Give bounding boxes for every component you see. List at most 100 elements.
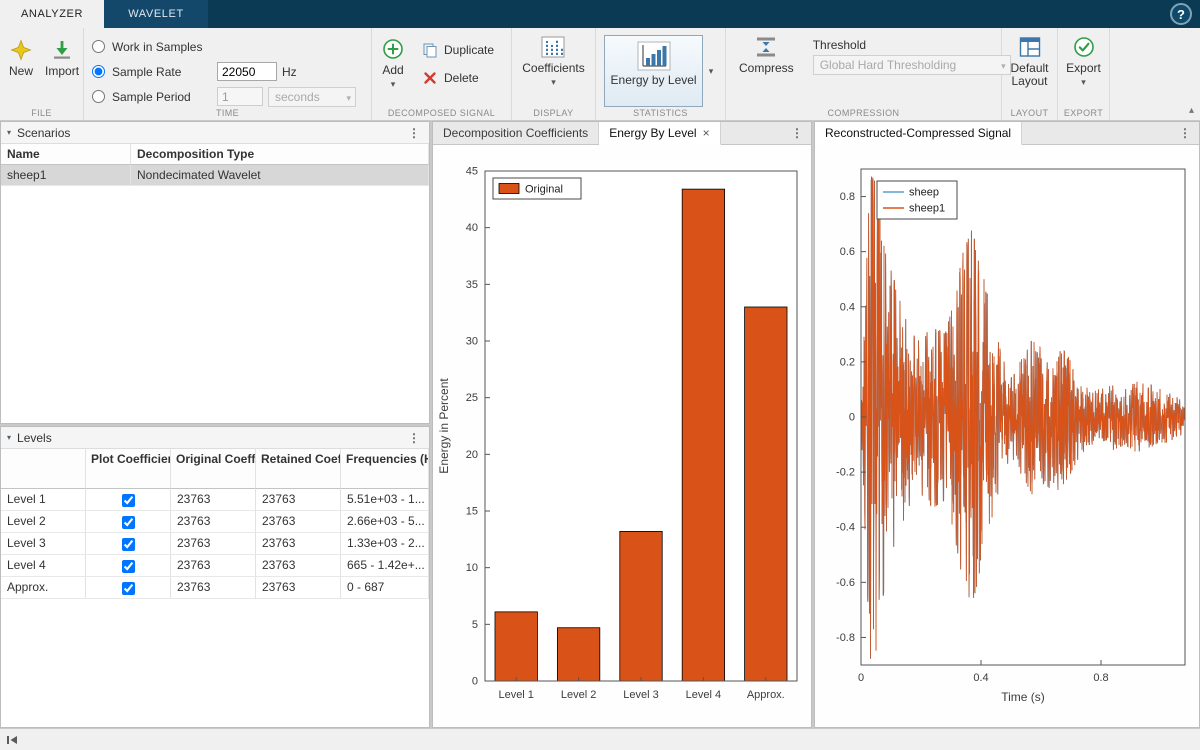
retained-coefficients: 23763 (256, 489, 341, 511)
toolstrip-section-file: New Import FILE (0, 28, 84, 120)
toolstrip-section-export: Export ▾ EXPORT (1058, 28, 1110, 120)
plot-checkbox-cell (86, 489, 171, 511)
levels-col-retained: Retained Coefficients (256, 449, 341, 489)
levels-menu-icon[interactable]: ⋮ (405, 431, 423, 445)
svg-text:10: 10 (466, 562, 478, 574)
frequencies: 5.51e+03 - 1... (341, 489, 429, 511)
tab-decomposition-coefficients[interactable]: Decomposition Coefficients (433, 122, 599, 144)
levels-col-plot: Plot Coefficients (86, 449, 171, 489)
frequencies: 2.66e+03 - 5... (341, 511, 429, 533)
original-coefficients: 23763 (171, 511, 256, 533)
add-button[interactable]: Add ▾ (376, 30, 410, 91)
coefficients-icon (540, 35, 566, 59)
original-coefficients: 23763 (171, 489, 256, 511)
right-tabbar-menu-icon[interactable]: ⋮ (1171, 122, 1199, 144)
scenarios-menu-icon[interactable]: ⋮ (405, 126, 423, 140)
restore-panel-icon[interactable] (6, 734, 18, 746)
import-button[interactable]: Import (40, 31, 84, 80)
statusbar (0, 728, 1200, 750)
help-button[interactable]: ? (1170, 3, 1192, 25)
delete-icon (422, 70, 438, 86)
coefficients-button[interactable]: Coefficients ▾ (517, 28, 589, 89)
tab-label: Decomposition Coefficients (443, 126, 588, 140)
sample-period-label: Sample Period (112, 90, 191, 104)
svg-text:sheep1: sheep1 (909, 203, 945, 215)
scenarios-col-type: Decomposition Type (131, 144, 429, 165)
levels-row-3[interactable]: Level 3 23763 23763 1.33e+03 - 2... (1, 533, 429, 555)
collapse-toolstrip-button[interactable]: ▴ (1189, 105, 1194, 116)
tab-wavelet[interactable]: WAVELET (104, 0, 208, 28)
svg-text:-0.2: -0.2 (836, 467, 855, 479)
frequencies: 665 - 1.42e+... (341, 555, 429, 577)
default-layout-button[interactable]: Default Layout (1002, 28, 1057, 90)
levels-row-1[interactable]: Level 1 23763 23763 5.51e+03 - 1... (1, 489, 429, 511)
scenarios-panel: ▾ Scenarios ⋮ Name Decomposition Type sh… (0, 121, 430, 424)
hz-unit-label: Hz (282, 65, 297, 79)
svg-text:0: 0 (849, 412, 855, 424)
level-name: Level 1 (1, 489, 86, 511)
toolstrip-section-display: Coefficients ▾ DISPLAY (512, 28, 596, 120)
original-coefficients: 23763 (171, 577, 256, 599)
scenario-row-sheep1[interactable]: sheep1 Nondecimated Wavelet (1, 165, 429, 186)
work-in-samples-radio-input[interactable] (92, 40, 105, 53)
work-in-samples-label: Work in Samples (112, 40, 202, 54)
plot-checkbox-cell (86, 555, 171, 577)
sample-period-radio-input[interactable] (92, 90, 105, 103)
levels-row-4[interactable]: Level 4 23763 23763 665 - 1.42e+... (1, 555, 429, 577)
close-tab-icon[interactable]: × (703, 126, 710, 140)
svg-text:0.2: 0.2 (840, 356, 855, 368)
statistics-caret[interactable]: ▾ (703, 35, 719, 107)
sample-rate-radio[interactable]: Sample Rate (92, 65, 212, 79)
energy-by-level-button[interactable]: Energy by Level (604, 35, 703, 107)
plot-checkbox[interactable] (122, 560, 135, 573)
plot-checkbox[interactable] (122, 494, 135, 507)
levels-collapse-icon[interactable]: ▾ (7, 433, 11, 442)
plot-checkbox[interactable] (122, 582, 135, 595)
original-coefficients: 23763 (171, 555, 256, 577)
duplicate-button[interactable]: Duplicate (416, 38, 500, 62)
levels-row-approx[interactable]: Approx. 23763 23763 0 - 687 (1, 577, 429, 599)
energy-by-level-label: Energy by Level (611, 74, 697, 87)
svg-text:25: 25 (466, 392, 478, 404)
section-label-compression: COMPRESSION (726, 108, 1001, 118)
svg-text:Level 1: Level 1 (498, 689, 533, 701)
threshold-value: Global Hard Thresholding (820, 58, 957, 72)
levels-col-original: Original Coefficients (171, 449, 256, 489)
sample-rate-radio-input[interactable] (92, 65, 105, 78)
center-tabbar-menu-icon[interactable]: ⋮ (783, 122, 811, 144)
sample-period-unit-select: seconds ▾ (268, 87, 356, 107)
work-in-samples-radio[interactable]: Work in Samples (92, 40, 212, 54)
section-label-time: TIME (84, 108, 371, 118)
scenarios-collapse-icon[interactable]: ▾ (7, 128, 11, 137)
energy-by-level-icon (637, 41, 671, 71)
tab-energy-by-level[interactable]: Energy By Level × (599, 122, 720, 145)
titlebar: ANALYZER WAVELET ? (0, 0, 1200, 28)
frequencies: 0 - 687 (341, 577, 429, 599)
compress-label: Compress (739, 62, 794, 75)
levels-col-frequencies: Frequencies (Hz) (341, 449, 429, 489)
compress-button[interactable]: Compress (734, 28, 799, 77)
frequencies: 1.33e+03 - 2... (341, 533, 429, 555)
tab-reconstructed-compressed-signal[interactable]: Reconstructed-Compressed Signal (815, 122, 1022, 145)
svg-text:-0.4: -0.4 (836, 522, 855, 534)
plot-checkbox[interactable] (122, 538, 135, 551)
plot-checkbox-cell (86, 511, 171, 533)
sample-period-radio[interactable]: Sample Period (92, 90, 212, 104)
export-button[interactable]: Export ▾ (1061, 28, 1106, 89)
threshold-label: Threshold (813, 38, 1011, 52)
export-caret-icon: ▾ (1081, 78, 1086, 87)
level-name: Approx. (1, 577, 86, 599)
new-button[interactable]: New (4, 31, 38, 80)
levels-row-2[interactable]: Level 2 23763 23763 2.66e+03 - 5... (1, 511, 429, 533)
level-name: Level 4 (1, 555, 86, 577)
add-icon (381, 37, 405, 61)
sample-rate-input[interactable] (217, 62, 277, 81)
compress-icon (754, 35, 778, 59)
delete-button[interactable]: Delete (416, 66, 500, 90)
plot-checkbox-cell (86, 533, 171, 555)
svg-text:Energy in Percent: Energy in Percent (437, 378, 451, 474)
toolstrip-section-statistics: Energy by Level ▾ STATISTICS (596, 28, 726, 120)
tab-analyzer[interactable]: ANALYZER (0, 0, 104, 28)
svg-text:Time (s): Time (s) (1001, 690, 1045, 704)
plot-checkbox[interactable] (122, 516, 135, 529)
